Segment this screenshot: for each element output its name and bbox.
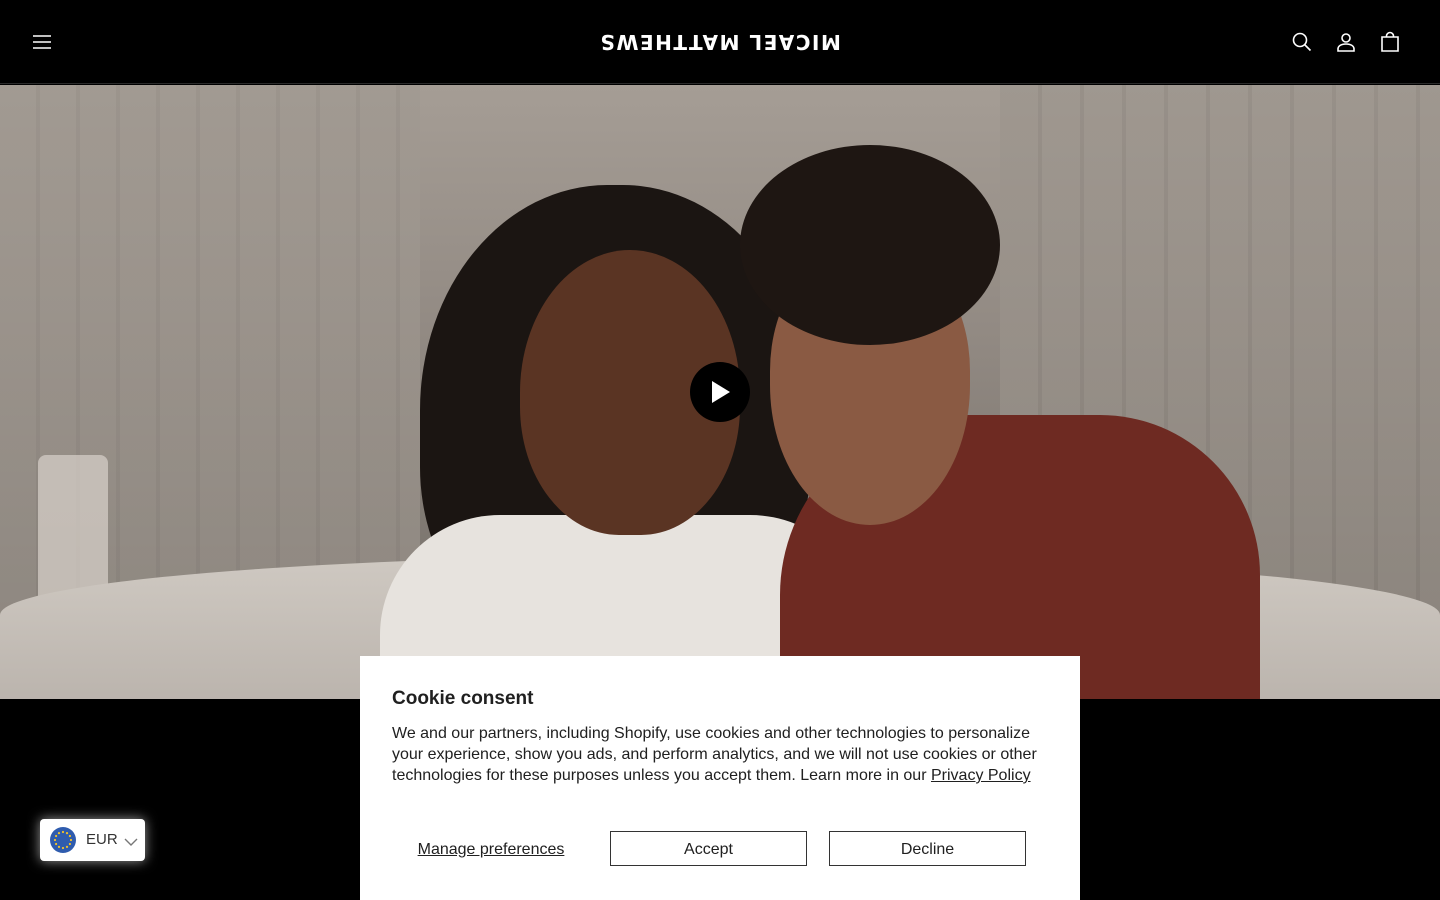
manage-preferences-button[interactable]: Manage preferences [392,831,590,869]
cookie-consent-dialog: Cookie consent We and our partners, incl… [360,656,1080,900]
brand-logo[interactable]: MICAEL MATTHEWS [0,30,1440,54]
hero-video[interactable] [0,85,1440,699]
chevron-down-icon [124,834,138,852]
man-hair [740,145,1000,345]
eu-flag-icon [50,827,76,853]
cookie-actions: Manage preferences Accept Decline [392,831,1072,869]
currency-code: EUR [86,831,118,848]
cookie-description: We and our partners, including Shopify, … [392,725,1037,784]
currency-selector[interactable]: EUR [40,819,145,861]
privacy-policy-link[interactable]: Privacy Policy [931,767,1031,784]
search-icon[interactable] [1290,30,1314,54]
account-icon[interactable] [1334,30,1358,54]
decline-button[interactable]: Decline [829,831,1026,866]
play-button[interactable] [690,362,750,422]
cart-icon[interactable] [1378,30,1402,54]
accept-button[interactable]: Accept [610,831,807,866]
play-icon [712,381,730,403]
site-header: MICAEL MATTHEWS [0,0,1440,84]
cookie-title: Cookie consent [392,688,534,709]
